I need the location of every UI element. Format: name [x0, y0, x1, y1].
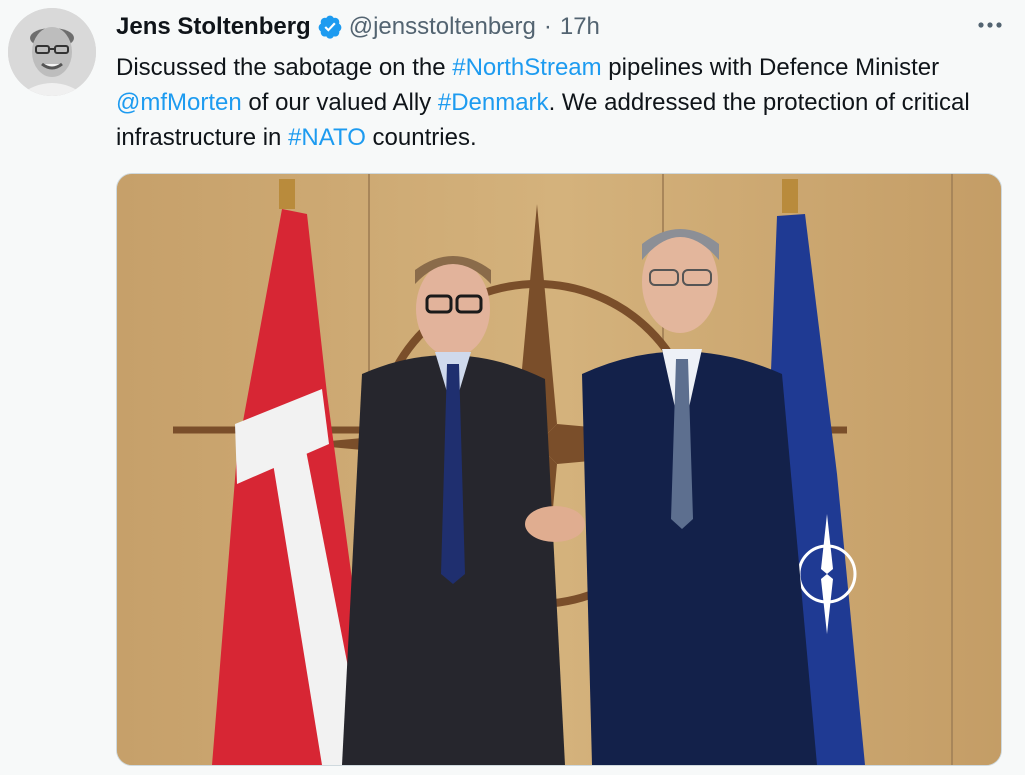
hashtag-denmark[interactable]: #Denmark — [438, 89, 549, 116]
author-name[interactable]: Jens Stoltenberg — [116, 13, 311, 41]
text-segment: countries. — [365, 124, 477, 151]
tweet: Jens Stoltenberg @jensstoltenberg · 17h … — [0, 0, 1025, 775]
hashtag-nato[interactable]: #NATO — [288, 124, 366, 151]
more-options-icon[interactable] — [975, 10, 1005, 40]
mention-mfmorten[interactable]: @mfMorten — [116, 89, 242, 116]
text-segment: pipelines with Defence Minister — [601, 54, 940, 81]
text-segment: of our valued Ally — [241, 89, 438, 116]
tweet-header: Jens Stoltenberg @jensstoltenberg · 17h — [116, 10, 600, 44]
verified-badge-icon — [318, 15, 342, 39]
author-handle[interactable]: @jensstoltenberg — [349, 13, 536, 41]
tweet-timestamp[interactable]: 17h — [560, 13, 600, 41]
hashtag-northstream[interactable]: #NorthStream — [452, 54, 601, 81]
tweet-photo[interactable] — [116, 173, 1002, 766]
separator-dot: · — [543, 13, 552, 40]
tweet-text: Discussed the sabotage on the #NorthStre… — [116, 50, 996, 155]
text-segment: Discussed the sabotage on the — [116, 54, 453, 81]
avatar[interactable] — [8, 8, 96, 96]
